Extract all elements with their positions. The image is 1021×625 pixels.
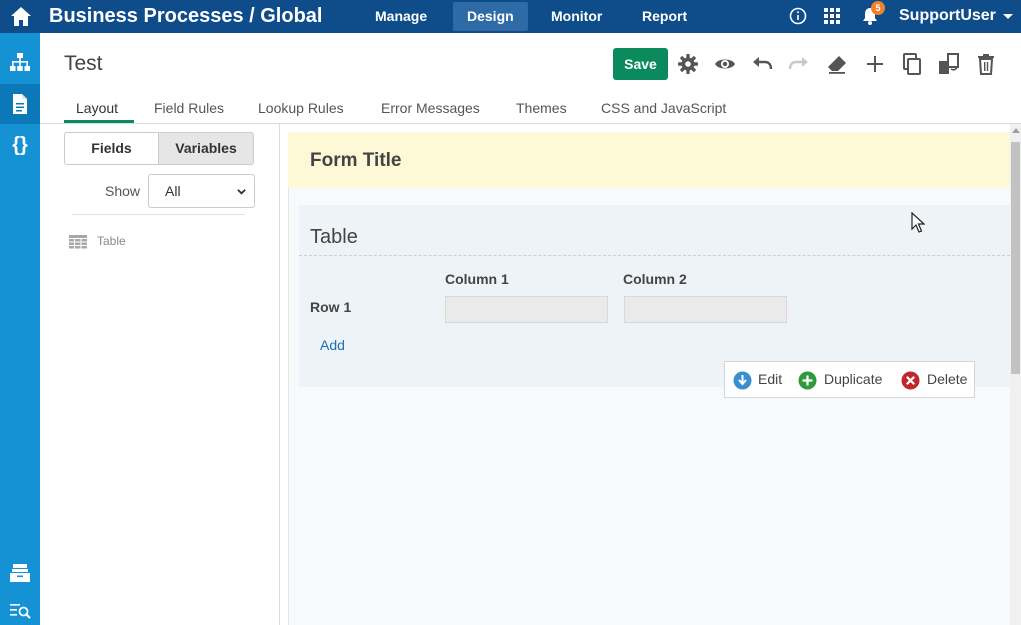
tab-error-messages[interactable]: Error Messages xyxy=(381,100,480,116)
nav-design[interactable]: Design xyxy=(453,2,528,31)
column-header-2: Column 2 xyxy=(623,271,687,287)
panel-separator xyxy=(279,124,280,625)
plus-icon[interactable] xyxy=(864,53,886,75)
row-label: Row 1 xyxy=(310,299,352,315)
user-menu[interactable]: SupportUser xyxy=(899,7,996,25)
trash-icon[interactable] xyxy=(975,53,997,75)
tab-themes[interactable]: Themes xyxy=(516,100,567,116)
save-button[interactable]: Save xyxy=(613,48,668,80)
element-actions-toolbar: Edit Duplicate Delete xyxy=(724,361,975,398)
top-bar: Business Processes / Global Manage Desig… xyxy=(0,0,1021,33)
hierarchy-icon xyxy=(10,53,30,71)
tab-css-javascript[interactable]: CSS and JavaScript xyxy=(601,100,726,116)
table-cell-row1-col2[interactable] xyxy=(624,296,787,323)
duplicate-action[interactable]: Duplicate xyxy=(824,371,882,387)
nav-manage[interactable]: Manage xyxy=(361,2,441,31)
left-rail: {} xyxy=(0,33,40,625)
eraser-icon[interactable] xyxy=(826,53,848,75)
add-row-link[interactable]: Add xyxy=(320,337,345,353)
svg-text:{}: {} xyxy=(12,134,28,155)
scroll-up-icon[interactable] xyxy=(1012,128,1020,133)
tab-field-rules[interactable]: Field Rules xyxy=(154,100,224,116)
table-icon xyxy=(69,235,87,249)
gear-icon[interactable] xyxy=(677,53,699,75)
page-title: Test xyxy=(64,52,103,75)
redo-icon[interactable] xyxy=(788,53,810,75)
document-icon xyxy=(13,94,27,114)
search-list-icon xyxy=(10,604,31,619)
table-title: Table xyxy=(310,226,358,248)
panel-divider xyxy=(72,214,245,215)
app-name: Business Processes xyxy=(49,5,244,27)
column-header-1: Column 1 xyxy=(445,271,509,287)
rail-item-forms[interactable] xyxy=(0,84,40,124)
app-scope[interactable]: / Global xyxy=(249,5,322,27)
scrollbar-thumb[interactable] xyxy=(1011,142,1020,374)
show-label: Show xyxy=(105,183,141,199)
show-select[interactable]: All xyxy=(148,174,255,208)
rail-item-scripts[interactable]: {} xyxy=(0,124,40,164)
archive-icon xyxy=(10,564,30,582)
chevron-down-icon[interactable] xyxy=(1003,14,1013,19)
undo-icon[interactable] xyxy=(751,53,773,75)
rail-item-search[interactable] xyxy=(0,591,40,625)
apps-grid-icon[interactable] xyxy=(822,6,842,26)
eye-icon[interactable] xyxy=(714,53,736,75)
variables-toggle[interactable]: Variables xyxy=(158,132,254,165)
show-select-value: All xyxy=(165,183,181,199)
tab-lookup-rules[interactable]: Lookup Rules xyxy=(258,100,344,116)
tabs-divider xyxy=(40,123,1021,124)
table-divider xyxy=(299,255,1010,256)
braces-icon: {} xyxy=(12,134,28,155)
fields-toggle[interactable]: Fields xyxy=(64,132,159,165)
rail-item-archive[interactable] xyxy=(0,553,40,593)
edit-action[interactable]: Edit xyxy=(758,371,782,387)
rail-item-processes[interactable] xyxy=(0,43,40,83)
mouse-pointer-icon xyxy=(911,212,925,233)
delete-action[interactable]: Delete xyxy=(927,371,967,387)
table-cell-row1-col1[interactable] xyxy=(445,296,608,323)
plus-circle-icon[interactable] xyxy=(798,371,817,390)
nav-monitor[interactable]: Monitor xyxy=(537,2,616,31)
copy-icon[interactable] xyxy=(901,53,923,75)
sync-icon[interactable] xyxy=(938,53,960,75)
tree-item-table[interactable]: Table xyxy=(97,234,126,248)
edit-arrow-icon[interactable] xyxy=(733,371,752,390)
app-title: Business Processes / Global xyxy=(49,5,322,28)
chevron-down-icon xyxy=(237,189,246,195)
info-icon[interactable] xyxy=(788,6,808,26)
form-title[interactable]: Form Title xyxy=(310,150,402,172)
home-icon[interactable] xyxy=(8,4,34,30)
tab-layout[interactable]: Layout xyxy=(76,100,118,116)
x-circle-icon[interactable] xyxy=(901,371,920,390)
nav-report[interactable]: Report xyxy=(628,2,701,31)
notification-badge: 5 xyxy=(871,1,885,15)
